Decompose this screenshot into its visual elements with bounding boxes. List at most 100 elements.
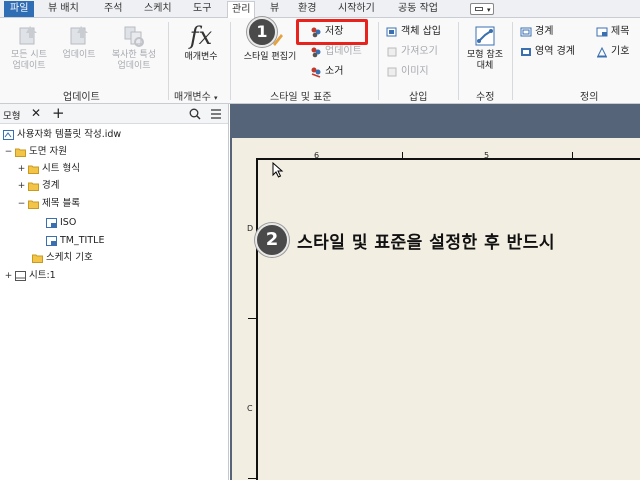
tree-item-document[interactable]: 사용자화 템플릿 작성.idw — [3, 128, 121, 142]
tab-sketch[interactable]: 스케치 — [144, 1, 172, 17]
insert-object-button[interactable]: 객체 삽입 — [386, 24, 441, 40]
update-all-sheets-button[interactable]: 모든 시트 업데이트 — [4, 24, 54, 72]
expand-icon[interactable]: + — [17, 179, 26, 193]
step-2-badge: 2 — [255, 223, 289, 257]
tree-item-tm-title[interactable]: TM_TITLE — [46, 234, 104, 248]
tree-item-label: 제목 블록 — [42, 198, 80, 209]
define-border-label: 경계 — [535, 26, 554, 37]
tab-view[interactable]: 뷰 — [270, 1, 279, 17]
update-styles-label: 업데이트 — [325, 46, 362, 57]
define-symbol-button[interactable]: 기호 — [596, 44, 629, 60]
update-all-icon — [19, 26, 37, 45]
purge-styles-icon — [311, 67, 321, 78]
update-icon — [70, 26, 88, 45]
fx-icon: fx — [189, 22, 213, 50]
tab-annotate[interactable]: 주석 — [104, 1, 122, 17]
purge-styles-button[interactable]: 소거 — [310, 64, 343, 80]
tab-tools[interactable]: 도구 — [193, 1, 211, 17]
model-browser: 모형 ✕ + 사용자화 템플릿 작성.idw − 도면 자원 + 시트 형식 +… — [0, 104, 229, 480]
title-block-icon — [596, 27, 608, 37]
zone-row-label: D — [247, 224, 254, 233]
menu-icon[interactable] — [210, 108, 222, 120]
folder-icon — [15, 148, 26, 157]
update-copied-label-2: 업데이트 — [117, 61, 151, 71]
collapse-icon[interactable]: − — [4, 145, 13, 159]
tab-view-layout[interactable]: 뷰 배치 — [48, 1, 79, 17]
step-1-badge: 1 — [247, 17, 277, 47]
define-border-button[interactable]: 경계 — [520, 24, 553, 40]
panel-divider — [378, 22, 379, 100]
panel-divider — [458, 22, 459, 100]
zone-tick — [248, 318, 257, 319]
replace-model-reference-button[interactable]: 모형 참조 대체 — [460, 24, 510, 72]
folder-icon — [28, 182, 39, 191]
tree-item-label: 경계 — [42, 180, 60, 191]
zone-tick — [402, 152, 403, 159]
tab-environments[interactable]: 환경 — [298, 1, 316, 17]
panel-divider — [512, 22, 513, 100]
title-block-icon — [46, 236, 57, 246]
tree-item-label: 도면 자원 — [29, 146, 67, 157]
insert-object-icon — [386, 27, 397, 37]
define-zone-border-button[interactable]: 영역 경계 — [520, 44, 575, 60]
tree-item-sheet-formats[interactable]: + 시트 형식 — [17, 162, 80, 176]
tab-file[interactable]: 파일 — [4, 1, 35, 17]
zone-col-label: 6 — [314, 151, 320, 160]
tree-item-sketch-symbols[interactable]: 스케치 기호 — [32, 251, 93, 265]
image-button[interactable]: 이미지 — [386, 64, 429, 80]
update-copied-props-button[interactable]: 복사한 특성 업데이트 — [104, 24, 164, 72]
tree-item-borders[interactable]: + 경계 — [17, 179, 59, 193]
update-button[interactable]: 업데이트 — [56, 24, 102, 61]
zone-tick — [572, 152, 573, 159]
collapse-icon[interactable]: − — [17, 197, 26, 211]
params-panel-label[interactable]: 매개변수 ▾ — [174, 88, 218, 103]
tree-item-label: 스케치 기호 — [46, 252, 93, 263]
search-icon[interactable] — [189, 108, 201, 120]
expand-icon[interactable]: + — [4, 269, 13, 283]
params-panel-text: 매개변수 — [174, 92, 211, 103]
close-icon[interactable]: ✕ — [31, 106, 41, 120]
modify-panel-label: 수정 — [476, 92, 495, 103]
expand-icon[interactable]: + — [17, 162, 26, 176]
sketch-symbol-icon — [597, 46, 607, 58]
import-button[interactable]: 가져오기 — [386, 44, 438, 60]
image-icon — [387, 67, 397, 77]
insert-panel-label: 삽입 — [409, 92, 428, 103]
zone-border-icon — [521, 48, 531, 56]
update-panel-label: 업데이트 — [63, 92, 100, 103]
tree-item-sheet-1[interactable]: + 시트:1 — [4, 269, 56, 283]
update-all-label-1: 모든 시트 — [11, 50, 47, 60]
tree-item-label: TM_TITLE — [60, 235, 105, 246]
update-copied-label-1: 복사한 특성 — [111, 50, 157, 60]
tree-item-drawing-resources[interactable]: − 도면 자원 — [4, 145, 67, 159]
update-all-label-2: 업데이트 — [12, 61, 46, 71]
sheet-border-frame — [256, 158, 640, 480]
define-title-block-button[interactable]: 제목 — [596, 24, 629, 40]
purge-styles-label: 소거 — [325, 66, 344, 77]
tree-item-iso[interactable]: ISO — [46, 216, 76, 230]
tree-item-label: ISO — [60, 217, 77, 228]
step-2-instruction: 스타일 및 표준을 설정한 후 반드시 — [297, 233, 556, 253]
folder-icon — [32, 254, 43, 263]
title-block-icon — [46, 218, 57, 228]
define-panel-label: 정의 — [580, 92, 599, 103]
replace-model-label-2: 대체 — [476, 61, 494, 71]
tab-manage[interactable]: 관리 — [227, 1, 256, 19]
tab-get-started[interactable]: 시작하기 — [338, 1, 375, 17]
define-zone-border-label: 영역 경계 — [535, 46, 575, 57]
parameters-button[interactable]: fx 매개변수 — [176, 22, 226, 63]
border-icon — [520, 27, 532, 37]
add-icon[interactable]: + — [52, 104, 65, 122]
chevron-down-icon: ▾ — [214, 94, 218, 102]
tab-collaborate[interactable]: 공동 작업 — [398, 1, 438, 17]
update-styles-button[interactable]: 업데이트 — [310, 44, 362, 60]
chevron-down-icon: ▾ — [487, 6, 491, 14]
save-highlight-box — [296, 19, 368, 45]
browser-tab-model[interactable]: 모형 — [3, 108, 20, 122]
browser-header: 모형 ✕ + — [0, 104, 228, 124]
tree-item-title-blocks[interactable]: − 제목 블록 — [17, 197, 80, 211]
define-title-label: 제목 — [611, 26, 630, 37]
zone-col-label: 5 — [484, 151, 490, 160]
quick-access-dropdown[interactable]: ▾ — [470, 3, 494, 15]
panel-divider — [168, 22, 169, 100]
